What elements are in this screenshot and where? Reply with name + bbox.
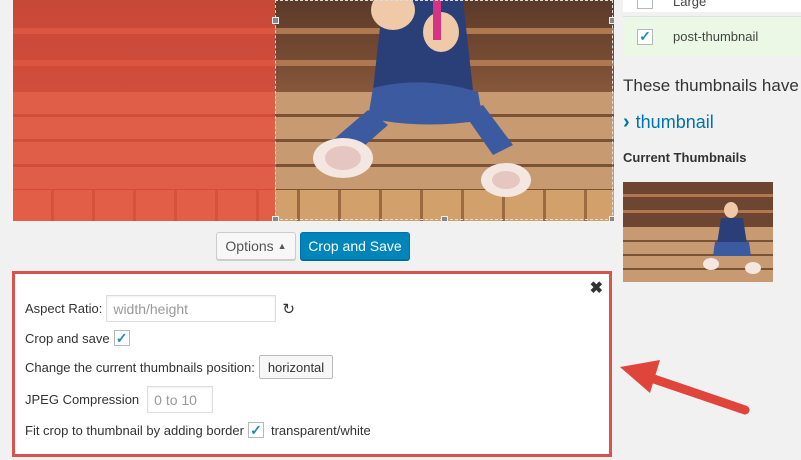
size-row-large[interactable]: Large [623, 0, 801, 12]
fit-border-row: Fit crop to thumbnail by adding border ✓… [25, 422, 371, 438]
thumbnail-link[interactable]: › thumbnail [623, 111, 714, 134]
thumbnail-link-label: thumbnail [635, 112, 714, 132]
thumbnail-position-row: Change the current thumbnails position: … [25, 355, 334, 379]
annotation-arrow-icon [620, 360, 750, 415]
chevron-right-icon: › [623, 111, 630, 133]
thumbnail-sizes-table: Large ✓ post-thumbnail [623, 0, 801, 56]
options-button[interactable]: Options ▲ [216, 232, 296, 260]
fit-border-checkbox[interactable]: ✓ [247, 422, 264, 438]
size-large-label: Large [673, 0, 707, 9]
jpeg-compression-input[interactable]: 0 to 10 [147, 386, 214, 413]
crop-handle-bottom-left[interactable] [272, 216, 279, 221]
jpeg-compression-row: JPEG Compression 0 to 10 [25, 386, 214, 413]
current-thumbnail-image [623, 182, 773, 282]
aspect-ratio-row: Aspect Ratio: width/height ↻ [25, 295, 295, 322]
current-thumbnails-title: Current Thumbnails [623, 150, 747, 165]
size-post-thumbnail-label: post-thumbnail [673, 29, 759, 44]
fit-border-label: Fit crop to thumbnail by adding border [25, 422, 244, 438]
crop-handle-bottom-right[interactable] [609, 216, 614, 221]
options-button-label: Options [225, 238, 274, 254]
position-toggle-button[interactable]: horizontal [258, 355, 334, 379]
crop-shadow-overlay [13, 0, 275, 221]
reset-icon[interactable]: ↻ [282, 300, 295, 318]
these-thumbnails-text: These thumbnails have [623, 76, 799, 95]
aspect-ratio-label: Aspect Ratio: [25, 301, 103, 316]
crop-handle-top-left[interactable] [272, 17, 279, 24]
fit-border-option-label: transparent/white [270, 422, 371, 438]
size-post-thumbnail-checkbox[interactable]: ✓ [637, 28, 653, 45]
crop-image-area[interactable] [13, 0, 614, 221]
crop-and-save-checkbox[interactable]: ✓ [113, 330, 130, 346]
close-icon[interactable]: ✖ [590, 281, 603, 297]
crop-handle-top-right[interactable] [609, 17, 614, 24]
size-large-checkbox[interactable] [637, 0, 653, 9]
crop-and-save-button[interactable]: Crop and Save [300, 232, 410, 260]
crop-handle-bottom-middle[interactable] [441, 216, 448, 221]
crop-and-save-row: Crop and save ✓ [25, 330, 130, 346]
caret-up-icon: ▲ [277, 241, 287, 251]
aspect-ratio-input[interactable]: width/height [106, 295, 277, 322]
thumbnail-position-label: Change the current thumbnails position: [25, 359, 255, 375]
jpeg-compression-label: JPEG Compression [25, 392, 140, 407]
crop-selection-box[interactable] [272, 0, 614, 221]
size-row-post-thumbnail[interactable]: ✓ post-thumbnail [623, 16, 801, 56]
crop-and-save-label: Crop and save [25, 330, 110, 346]
crop-options-panel: ✖ Aspect Ratio: width/height ↻ Crop and … [12, 271, 612, 457]
